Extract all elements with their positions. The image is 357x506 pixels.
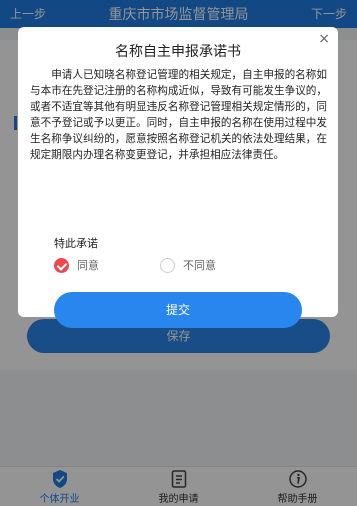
- radio-unchecked-icon: [160, 257, 175, 273]
- disagree-radio[interactable]: 不同意: [160, 257, 216, 273]
- commitment-text: 申请人已知晓名称登记管理的相关规定，自主申报的名称如与本市在先登记注册的名称构成…: [30, 69, 327, 161]
- radio-checked-icon: [54, 257, 69, 273]
- agree-label: 同意: [77, 259, 99, 272]
- commitment-closing: 特此承诺: [54, 237, 98, 250]
- submit-button[interactable]: 提交: [54, 292, 302, 328]
- agreement-radio-group: 同意 不同意: [54, 257, 314, 277]
- disagree-label: 不同意: [183, 259, 216, 272]
- commitment-dialog: × 名称自主申报承诺书 申请人已知晓名称登记管理的相关规定，自主申报的名称如与本…: [18, 27, 338, 328]
- agree-radio[interactable]: 同意: [54, 257, 99, 273]
- dialog-title: 名称自主申报承诺书: [115, 44, 241, 60]
